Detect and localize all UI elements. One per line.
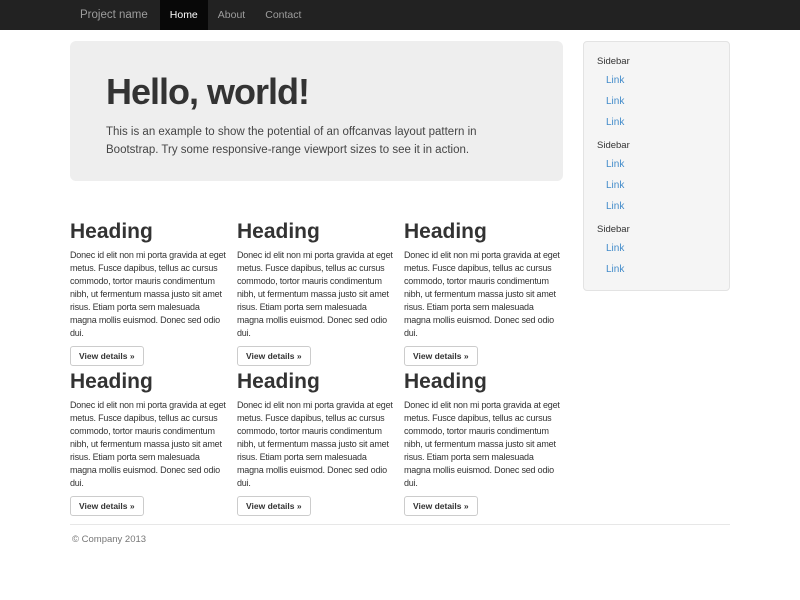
sidebar-group-title: Sidebar (597, 223, 719, 236)
navbar-container: Project name HomeAboutContact (70, 0, 730, 30)
card-body-text: Donec id elit non mi porta gravida at eg… (70, 249, 228, 340)
cards-row-1: Heading Donec id elit non mi porta gravid… (70, 221, 563, 366)
jumbotron-lead: This is an example to show the potential… (106, 123, 526, 159)
card-heading: Heading (70, 371, 228, 393)
cards-row-2: Heading Donec id elit non mi porta gravid… (70, 371, 563, 516)
sidebar-link[interactable]: Link (597, 175, 719, 196)
sidebar-group-title: Sidebar (597, 55, 719, 68)
card: Heading Donec id elit non mi porta gravid… (70, 221, 228, 366)
view-details-button[interactable]: View details » (404, 496, 478, 516)
view-details-button[interactable]: View details » (70, 496, 144, 516)
copyright-text: © Company 2013 (72, 534, 730, 545)
navbar: Project name HomeAboutContact (0, 0, 800, 30)
sidebar-link[interactable]: Link (597, 112, 719, 133)
card: Heading Donec id elit non mi porta gravid… (404, 221, 562, 366)
navbar-brand[interactable]: Project name (70, 0, 158, 30)
view-details-button[interactable]: View details » (237, 496, 311, 516)
card-body-text: Donec id elit non mi porta gravida at eg… (404, 399, 562, 490)
footer: © Company 2013 (70, 524, 730, 545)
nav-item-contact[interactable]: Contact (255, 0, 311, 30)
card-body-text: Donec id elit non mi porta gravida at eg… (70, 399, 228, 490)
view-details-button[interactable]: View details » (237, 346, 311, 366)
sidebar-group-title: Sidebar (597, 139, 719, 152)
main-column: Hello, world! This is an example to show… (70, 41, 563, 516)
jumbotron: Hello, world! This is an example to show… (70, 41, 563, 181)
content-row: Hello, world! This is an example to show… (70, 41, 730, 516)
sidebar: SidebarLinkLinkLinkSidebarLinkLinkLinkSi… (583, 41, 730, 291)
footer-divider (70, 524, 730, 525)
card: Heading Donec id elit non mi porta gravid… (237, 221, 395, 366)
navbar-menu: HomeAboutContact (160, 0, 312, 30)
view-details-button[interactable]: View details » (404, 346, 478, 366)
nav-item-home[interactable]: Home (160, 0, 208, 30)
card-body-text: Donec id elit non mi porta gravida at eg… (237, 399, 395, 490)
view-details-button[interactable]: View details » (70, 346, 144, 366)
card-body-text: Donec id elit non mi porta gravida at eg… (237, 249, 395, 340)
card-heading: Heading (237, 221, 395, 243)
card-heading: Heading (237, 371, 395, 393)
card-body-text: Donec id elit non mi porta gravida at eg… (404, 249, 562, 340)
card-heading: Heading (404, 221, 562, 243)
page-container: Hello, world! This is an example to show… (70, 41, 730, 516)
sidebar-link[interactable]: Link (597, 196, 719, 217)
sidebar-link[interactable]: Link (597, 259, 719, 280)
card: Heading Donec id elit non mi porta gravid… (70, 371, 228, 516)
nav-item-about[interactable]: About (208, 0, 255, 30)
sidebar-link[interactable]: Link (597, 238, 719, 259)
page-title: Hello, world! (106, 71, 527, 113)
sidebar-link[interactable]: Link (597, 154, 719, 175)
card-heading: Heading (404, 371, 562, 393)
sidebar-link[interactable]: Link (597, 91, 719, 112)
sidebar-link[interactable]: Link (597, 70, 719, 91)
card: Heading Donec id elit non mi porta gravid… (237, 371, 395, 516)
card-heading: Heading (70, 221, 228, 243)
card: Heading Donec id elit non mi porta gravid… (404, 371, 562, 516)
